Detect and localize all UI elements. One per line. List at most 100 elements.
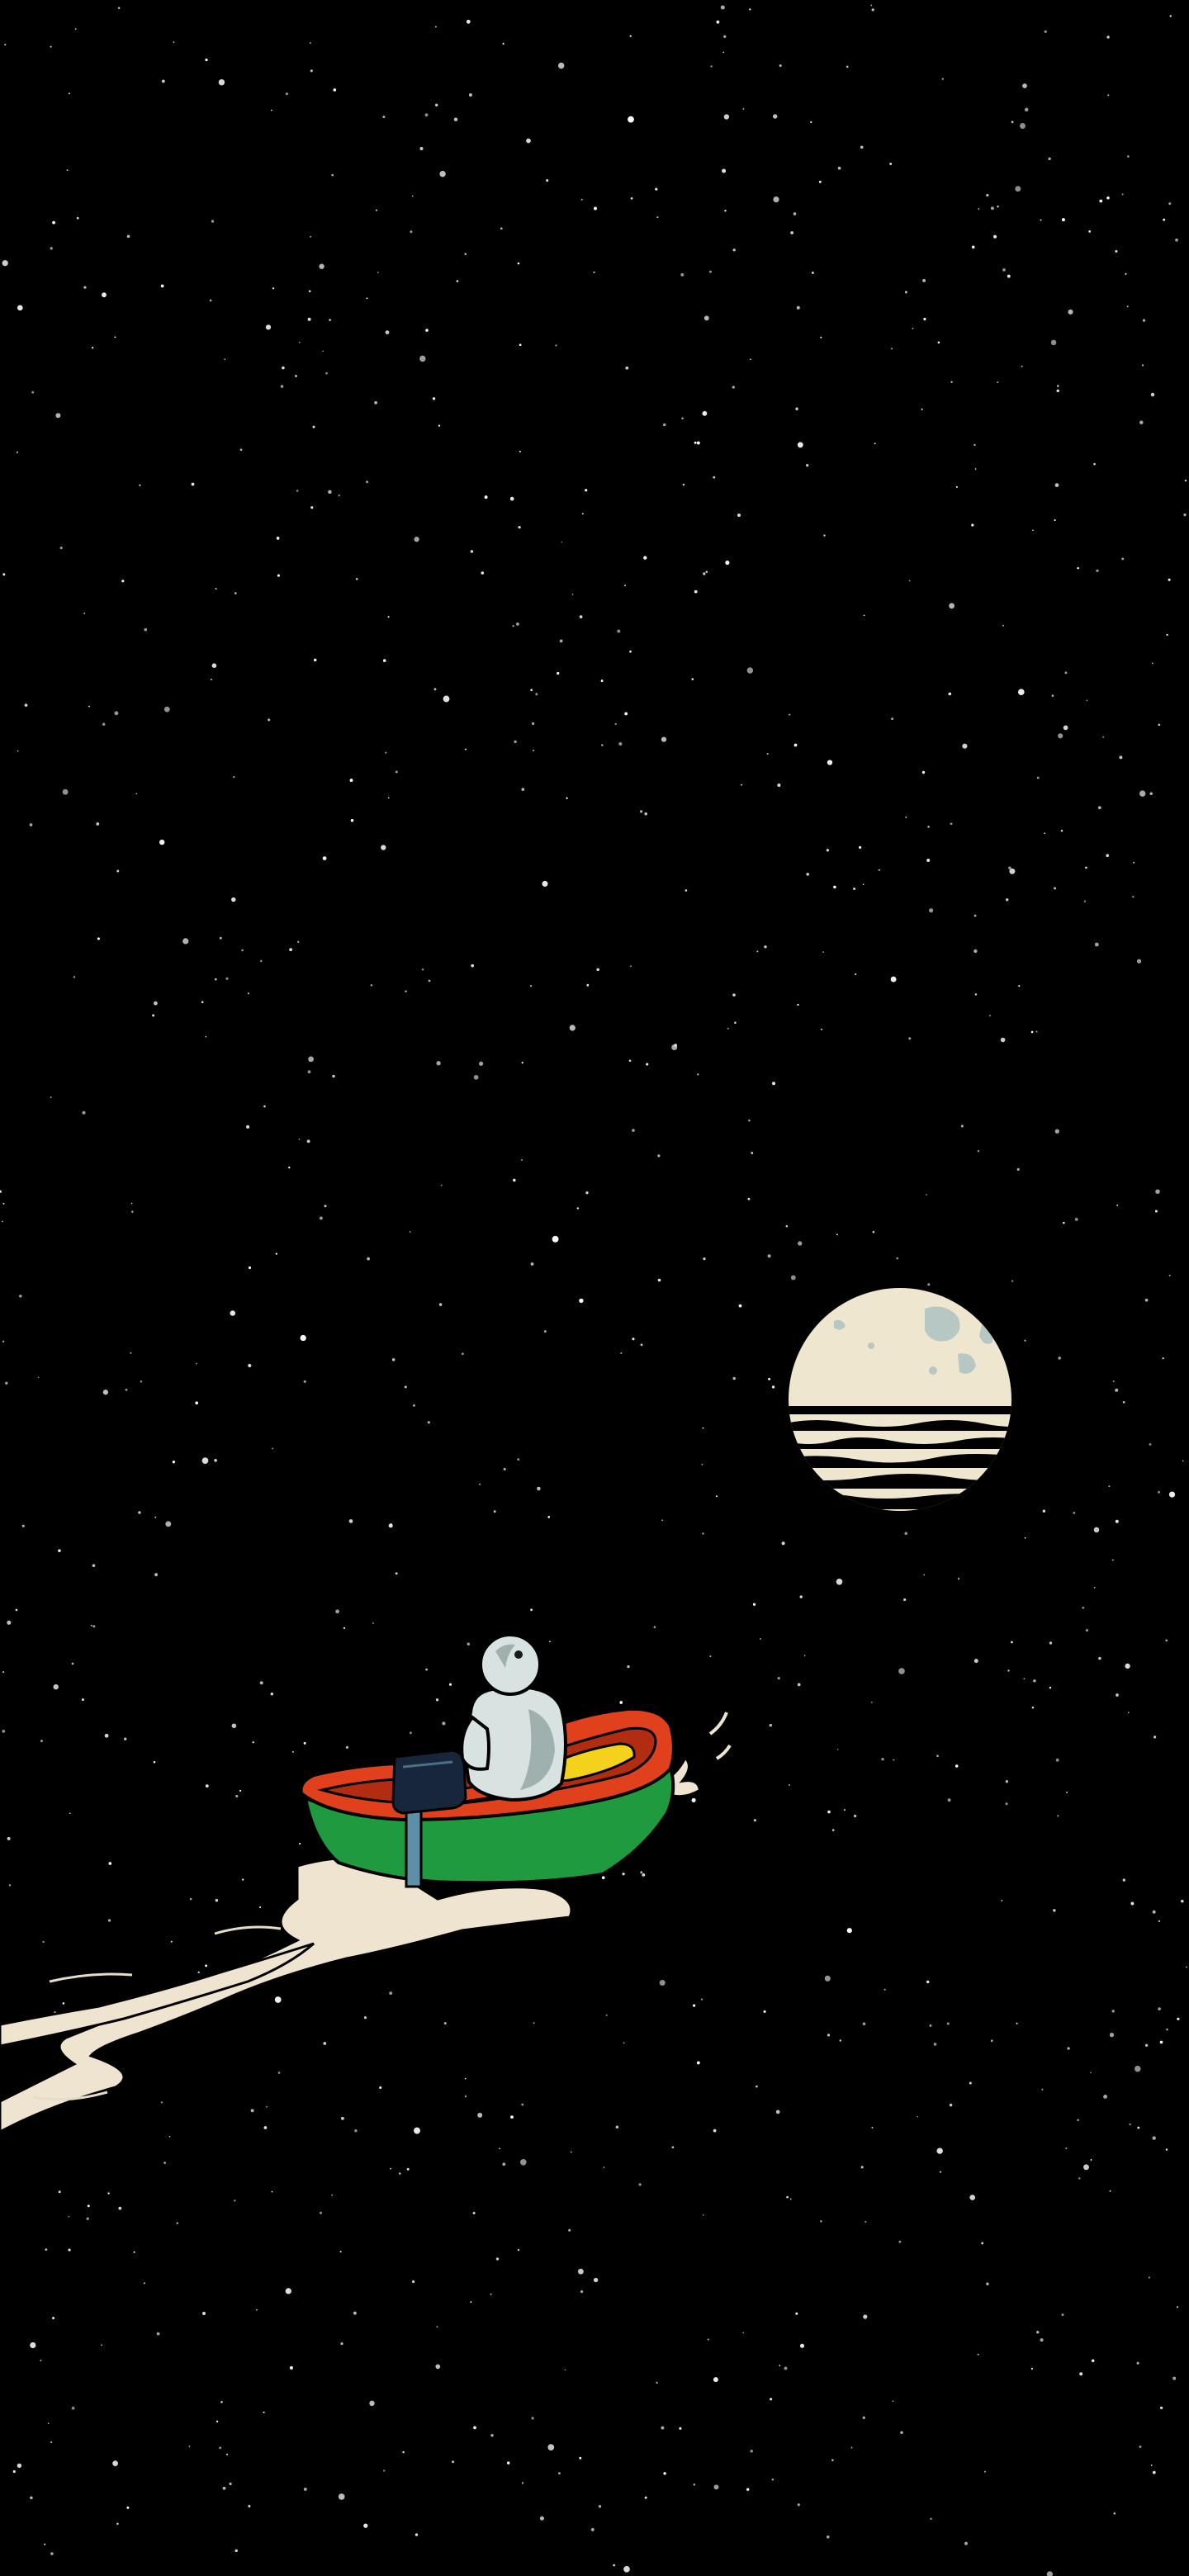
star: [1033, 1679, 1036, 1683]
star: [306, 1139, 310, 1144]
star: [936, 1754, 939, 1758]
star: [990, 2039, 993, 2042]
star: [112, 2460, 118, 2466]
star: [68, 2215, 70, 2218]
star: [570, 2151, 572, 2153]
star: [680, 272, 685, 277]
star: [1036, 2331, 1040, 2334]
star: [820, 2220, 822, 2223]
star: [860, 145, 864, 149]
star: [1067, 2047, 1070, 2050]
star: [50, 2441, 53, 2444]
star: [620, 1352, 623, 1354]
star: [1158, 1920, 1161, 1923]
star: [195, 1401, 199, 1405]
star: [799, 2343, 805, 2348]
star: [319, 263, 324, 269]
star: [381, 845, 386, 850]
star: [741, 784, 743, 786]
star: [340, 2116, 344, 2120]
star: [865, 2221, 867, 2223]
star: [1165, 2148, 1168, 2151]
star: [1054, 483, 1059, 487]
star: [402, 2451, 405, 2454]
star: [521, 2482, 524, 2484]
star: [1133, 861, 1135, 864]
star: [363, 2016, 367, 2020]
star: [625, 366, 629, 370]
star: [1125, 272, 1127, 275]
star: [259, 1906, 262, 1909]
star: [547, 2444, 555, 2451]
star: [53, 1683, 59, 1690]
star: [92, 1625, 96, 1628]
star: [896, 1257, 899, 1260]
star: [295, 375, 297, 377]
star: [543, 1330, 547, 1333]
star: [425, 1668, 428, 1671]
star: [990, 206, 994, 211]
star: [1078, 2177, 1081, 2180]
star: [539, 2516, 544, 2521]
star: [803, 1655, 806, 1657]
star: [76, 216, 79, 220]
star: [742, 2332, 745, 2334]
star: [1158, 1490, 1160, 1494]
star: [926, 1980, 930, 1984]
star: [777, 784, 781, 787]
star: [777, 1677, 780, 1680]
star: [1142, 319, 1146, 322]
star: [846, 1928, 852, 1934]
star: [732, 993, 736, 997]
star: [737, 513, 741, 518]
star: [404, 1385, 407, 1389]
star: [546, 179, 549, 182]
star: [922, 278, 926, 282]
star: [1126, 305, 1129, 308]
star: [836, 1234, 838, 1236]
star: [1005, 1802, 1008, 1806]
star: [790, 1275, 796, 1281]
star: [1175, 238, 1178, 242]
star: [87, 2204, 90, 2208]
star: [205, 1784, 209, 1788]
star: [1036, 776, 1040, 779]
star: [495, 2257, 500, 2261]
star: [154, 1573, 159, 1577]
star: [628, 116, 634, 123]
star: [766, 752, 769, 755]
star: [1054, 887, 1057, 890]
star: [5, 1381, 8, 1385]
star: [419, 146, 424, 151]
star: [605, 2014, 608, 2016]
star: [1166, 633, 1168, 637]
star: [1116, 1693, 1119, 1697]
star: [370, 983, 373, 987]
star: [923, 317, 926, 321]
star: [52, 2317, 55, 2320]
star: [1168, 202, 1172, 206]
star: [372, 1622, 374, 1624]
star: [955, 1764, 959, 1768]
star: [552, 1235, 559, 1243]
star: [619, 1701, 623, 1704]
star: [507, 2461, 510, 2465]
star: [466, 19, 471, 24]
star: [248, 1266, 252, 1270]
star: [343, 1627, 346, 1630]
star: [936, 2147, 943, 2154]
star: [435, 26, 437, 28]
star: [1144, 1298, 1149, 1302]
star: [533, 749, 534, 751]
star: [234, 592, 237, 594]
star: [102, 1390, 109, 1395]
star: [1115, 1388, 1119, 1392]
star: [390, 2167, 391, 2170]
star: [1024, 1537, 1026, 1539]
star: [354, 2129, 358, 2133]
star: [576, 1207, 579, 1210]
star: [436, 2326, 438, 2328]
star: [1050, 339, 1057, 346]
star: [289, 2365, 293, 2370]
star: [464, 2095, 467, 2098]
